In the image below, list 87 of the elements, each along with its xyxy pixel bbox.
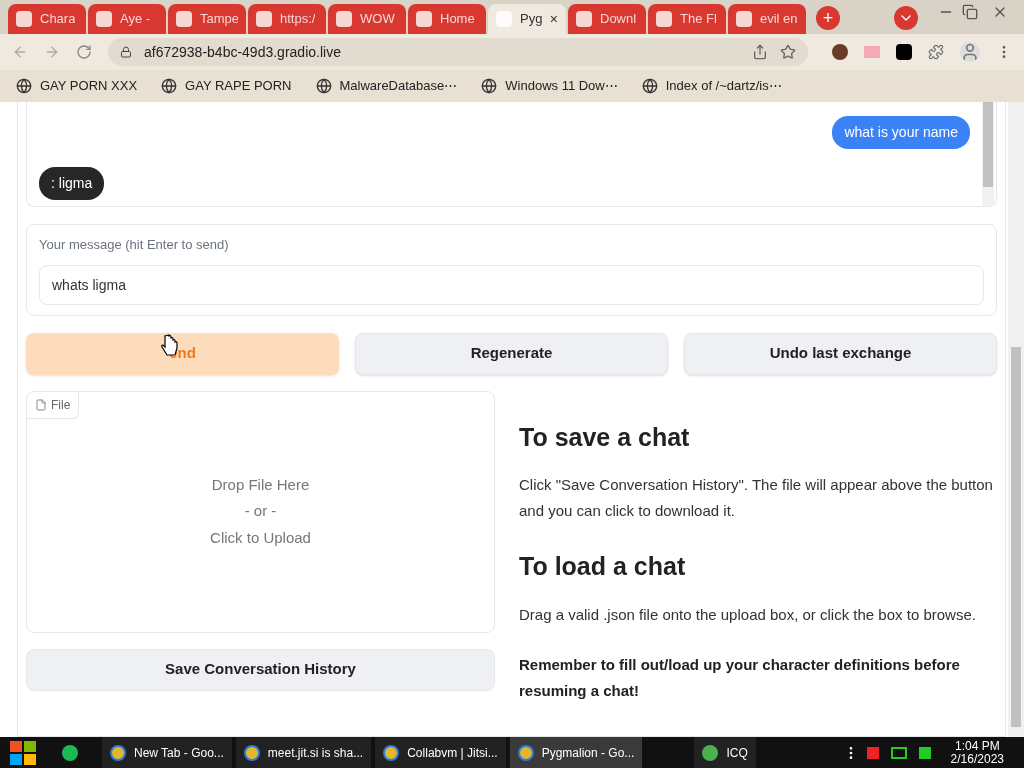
favicon-icon (416, 11, 432, 27)
chat-bubble: what is your name (832, 116, 970, 149)
lock-icon (120, 46, 132, 58)
taskbar-app[interactable]: meet.jit.si is sha... (235, 737, 372, 768)
upload-text: - or - (244, 501, 277, 522)
paragraph: Drag a valid .json file onto the upload box, or click the box to browse. (519, 604, 977, 625)
close-tab-button[interactable]: × (549, 8, 558, 30)
start-icon[interactable] (8, 739, 38, 766)
bookmark[interactable]: Index of /~dartz/is⋯ (637, 76, 786, 96)
browser-tab[interactable]: Pyg × (488, 4, 566, 34)
taskbar-app[interactable]: ICQ (694, 737, 756, 768)
favicon-icon (96, 11, 112, 27)
reload-icon[interactable] (76, 44, 92, 60)
restore-icon[interactable] (960, 4, 980, 20)
tab-title: Pyg (520, 10, 542, 29)
tab-search-icon[interactable] (894, 6, 918, 30)
profile-icon[interactable] (960, 42, 980, 62)
app-icon (243, 744, 260, 761)
taskbar-app[interactable]: Pygmalion - Go... (509, 737, 643, 768)
browser-tab[interactable]: https:/ (248, 4, 326, 34)
tab-title: Chara (40, 10, 76, 29)
paragraph: Remember to fill out/load up your character definitions before resuming a chat! (519, 654, 961, 701)
favicon-icon (336, 11, 352, 27)
clock-time: 1:04 PM (954, 739, 1000, 753)
app-icon (517, 744, 534, 761)
url-text: af672938-b4bc-49d3.gradio.live (144, 42, 342, 62)
extension-icon[interactable] (896, 44, 912, 60)
taskbar-app[interactable]: Collabvm | Jitsi... (375, 737, 506, 768)
favicon-icon (176, 11, 192, 27)
app-icon (702, 744, 719, 761)
favicon-icon (656, 11, 672, 27)
upload-text: Click to Upload (210, 527, 311, 548)
tab-title: Downl (600, 10, 637, 29)
browser-tab[interactable]: evil en (728, 4, 806, 34)
bookmark[interactable]: MalwareDatabase⋯ (311, 76, 462, 96)
favicon-icon (496, 11, 512, 27)
tab-title: The Fl (680, 10, 717, 29)
favicon-icon (736, 11, 752, 27)
extension-icon[interactable] (832, 44, 848, 60)
globe-icon (161, 78, 178, 94)
message-input[interactable]: whats ligma (39, 264, 984, 305)
clock-date: 2/16/2023 (950, 752, 1004, 766)
section-heading: To save a chat (519, 421, 691, 453)
globe-icon (641, 78, 658, 94)
browser-tab[interactable]: Downl (568, 4, 646, 34)
favicon-icon (16, 11, 32, 27)
share-icon[interactable] (752, 44, 768, 60)
tab-title: https:/ (280, 10, 316, 29)
field-label: Your message (hit Enter to send) (39, 236, 230, 254)
upload-area[interactable]: File Drop File Here - or - Click to Upload (26, 390, 495, 633)
save-button[interactable]: Save Conversation History (26, 648, 495, 691)
file-label: File (27, 391, 80, 419)
tab-title: WOW (360, 10, 395, 29)
chat-bubble: : ligma (39, 167, 105, 200)
bookmark[interactable]: GAY PORN XXX (12, 76, 142, 96)
action-button[interactable]: Regenerate (355, 332, 668, 375)
address-field[interactable]: af672938-b4bc-49d3.gradio.live (108, 38, 808, 66)
upload-text: Drop File Here (211, 474, 310, 495)
action-button[interactable]: Undo last exchange (684, 332, 997, 375)
network-icon[interactable] (890, 746, 907, 759)
bookmark[interactable]: Windows 11 Dow⋯ (477, 76, 622, 96)
tab-title: Aye - (120, 10, 151, 29)
bookmark-star-icon[interactable] (780, 44, 796, 60)
extensions-icon[interactable] (928, 44, 944, 60)
file-icon (35, 398, 47, 411)
browser-tab[interactable]: Home (408, 4, 486, 34)
browser-tab[interactable]: WOW (328, 4, 406, 34)
globe-icon (16, 78, 32, 94)
taskbar-app[interactable]: New Tab - Goo... (102, 737, 232, 768)
favicon-icon (576, 11, 592, 27)
paragraph: Click "Save Conversation History". The file will appear above the button and you can click to download it. (519, 475, 994, 521)
globe-icon (481, 78, 498, 94)
new-tab-button[interactable]: + (816, 6, 840, 30)
bookmark[interactable]: GAY RAPE PORN (157, 76, 296, 96)
app-icon (383, 744, 400, 761)
flag-icon[interactable] (866, 746, 879, 759)
globe-icon (315, 78, 332, 94)
app-icon[interactable] (62, 744, 78, 761)
tab-title: evil en (760, 10, 798, 29)
browser-tab[interactable]: Tampe (168, 4, 246, 34)
favicon-icon (256, 11, 272, 27)
browser-tab[interactable]: Aye - (88, 4, 166, 34)
browser-tab[interactable]: Chara (8, 4, 86, 34)
section-heading: To load a chat (519, 551, 687, 582)
app-icon (110, 744, 126, 761)
tab-title: Tampe (200, 10, 238, 29)
tab-title: Home (440, 10, 475, 29)
